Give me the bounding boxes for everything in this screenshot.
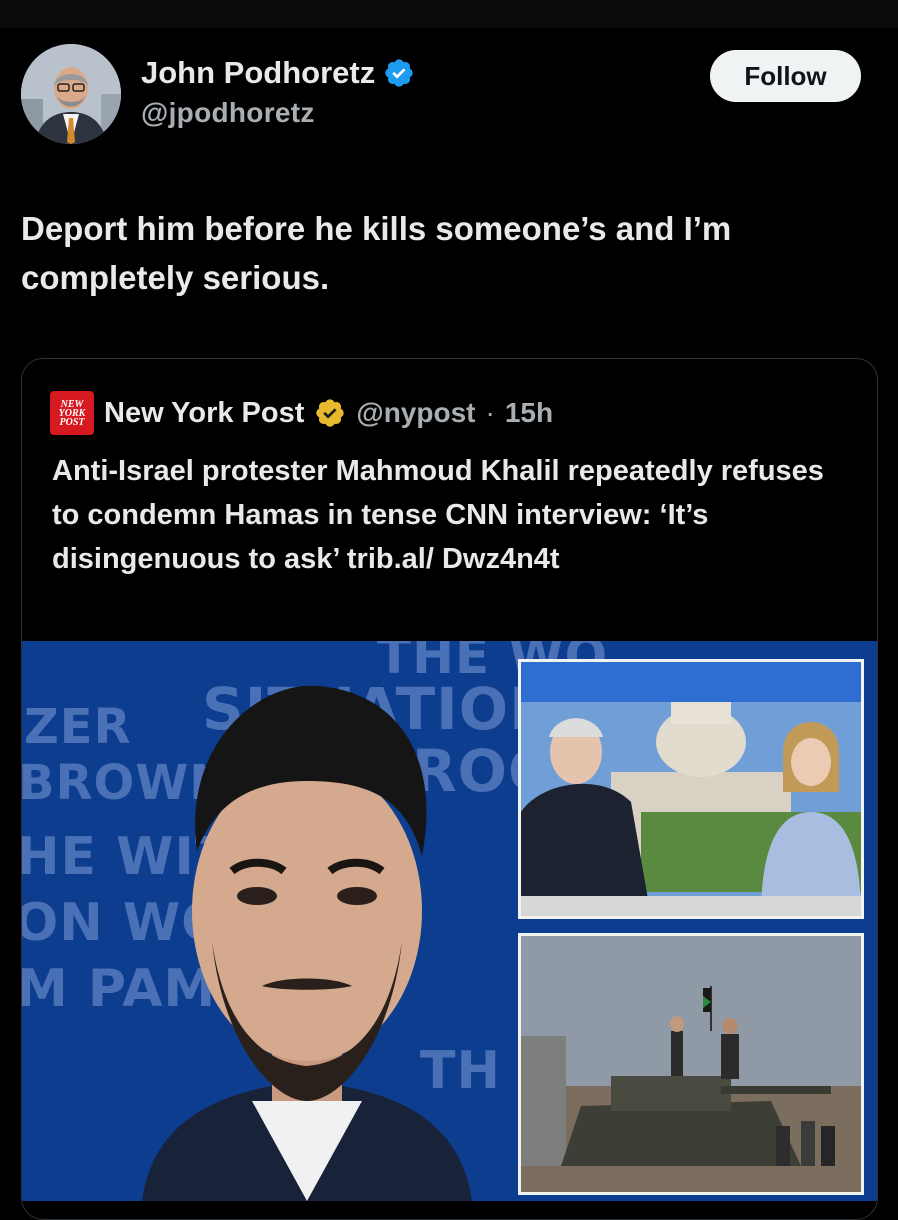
gold-verified-badge-icon [316, 399, 345, 427]
anchors-photo [521, 662, 861, 916]
tank-scene-inset [518, 933, 864, 1195]
logo-line-3: POST [59, 416, 85, 428]
avatar-photo [21, 44, 121, 144]
verified-badge-icon [385, 59, 413, 87]
tank-photo [521, 936, 861, 1192]
separator-dot: · [485, 397, 495, 428]
author-handle[interactable]: @jpodhoretz [141, 96, 415, 130]
tweet-author-row: John Podhoretz @jpodhoretz Follow [21, 44, 861, 148]
quoted-tweet-card[interactable]: NEW YORK POST New York Post @nypost · 15… [21, 358, 878, 1220]
quoted-tweet-image[interactable]: THE WO SITUATION ROOM ZER BROWN HE WIT O… [22, 641, 877, 1201]
interviewee-portrait [142, 685, 472, 1201]
news-anchors-inset [518, 659, 864, 919]
follow-button[interactable]: Follow [710, 50, 861, 102]
avatar[interactable] [21, 44, 121, 144]
author-display-name[interactable]: John Podhoretz [141, 54, 375, 92]
quoted-tweet-text: Anti-Israel protester Mahmoud Khalil rep… [52, 455, 824, 575]
quoted-tweet-header: NEW YORK POST New York Post @nypost · 15… [50, 391, 553, 435]
status-bar [0, 0, 898, 28]
author-display-name-row[interactable]: John Podhoretz [141, 54, 415, 92]
quoted-author-name[interactable]: New York Post [104, 397, 304, 430]
quoted-author-handle[interactable]: @nypost [356, 397, 475, 429]
quoted-timestamp[interactable]: 15h [505, 397, 553, 429]
nypost-logo-icon[interactable]: NEW YORK POST [50, 391, 94, 435]
tweet-text: Deport him before he kills someone’s and… [21, 210, 732, 296]
backdrop-text: ZER [24, 699, 132, 755]
author-names: John Podhoretz @jpodhoretz [141, 54, 415, 130]
